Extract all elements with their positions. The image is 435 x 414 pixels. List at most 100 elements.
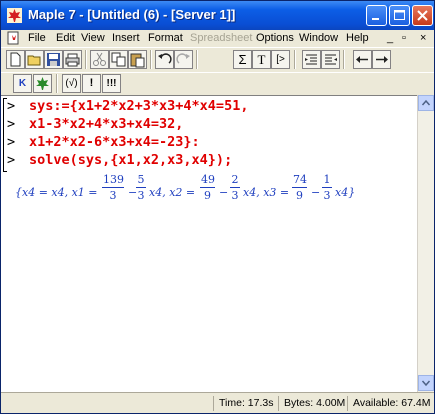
menu-options[interactable]: Options <box>256 32 294 44</box>
text-icon: T <box>257 52 266 67</box>
minimize-icon <box>372 18 379 20</box>
scroll-up-button[interactable] <box>418 95 434 111</box>
insert-input-button[interactable]: [> <box>271 50 290 69</box>
fraction: 139 3 <box>102 173 124 202</box>
sqrt-icon: (√) <box>65 78 78 89</box>
window-title: Maple 7 - [Untitled (6) - [Server 1]] <box>28 7 236 22</box>
status-available: Available: 67.4M <box>347 396 434 411</box>
menu-view[interactable]: View <box>81 32 105 44</box>
toolbar-separator <box>294 50 296 69</box>
execute-button[interactable]: ! <box>82 74 101 93</box>
menu-spreadsheet[interactable]: Spreadsheet <box>190 32 252 44</box>
scroll-down-button[interactable] <box>418 375 434 391</box>
menu-help[interactable]: Help <box>346 32 369 44</box>
forward-button[interactable] <box>372 50 391 69</box>
toolbar-separator <box>85 50 87 69</box>
menu-file[interactable]: File <box>28 32 46 44</box>
text-mode-button[interactable]: T <box>252 50 271 69</box>
document-icon[interactable] <box>6 31 21 45</box>
result-text: x4, x2 = <box>149 186 196 199</box>
fraction: 23 <box>230 173 240 202</box>
maximize-icon <box>394 10 405 20</box>
maple-button[interactable] <box>33 74 52 93</box>
result-text: {x4 = x4, x1 = <box>15 186 98 199</box>
k-button[interactable]: K <box>13 74 32 93</box>
status-bar: Time: 17.3s Bytes: 4.00M Available: 67.4… <box>1 392 434 413</box>
forward-icon <box>376 56 388 63</box>
indent-button[interactable] <box>321 50 340 69</box>
fraction: 13 <box>322 173 332 202</box>
redo-button[interactable] <box>174 50 193 69</box>
copy-icon <box>111 52 126 67</box>
print-icon <box>65 53 80 67</box>
toolbar-separator <box>56 74 58 93</box>
mdi-close-icon[interactable]: × <box>420 32 426 44</box>
mdi-minimize-icon[interactable]: _ <box>387 32 393 44</box>
maple-leaf-icon <box>7 8 22 23</box>
fraction: 74 9 <box>292 173 307 202</box>
result-text: x4, x3 = <box>243 186 290 199</box>
paste-button[interactable] <box>128 50 147 69</box>
execute-all-button[interactable]: !!! <box>102 74 121 93</box>
copy-button[interactable] <box>109 50 128 69</box>
output-region: {x4 = x4, x1 = 139 3 − 53 x4, x2 = 49 9 − … <box>1 173 417 213</box>
cut-button[interactable] <box>90 50 109 69</box>
save-button[interactable] <box>44 50 63 69</box>
close-button[interactable] <box>412 5 433 26</box>
cut-icon <box>93 52 106 66</box>
sigma-icon: Σ <box>238 52 247 67</box>
k-icon: K <box>18 78 27 89</box>
exclamation-triple-icon: !!! <box>106 78 117 89</box>
fraction: 53 <box>136 173 146 202</box>
command-line[interactable]: x1+2*x2-6*x3+x4=-23}: <box>29 134 200 150</box>
new-button[interactable] <box>6 50 25 69</box>
minus-sign: − <box>219 186 229 199</box>
menu-edit[interactable]: Edit <box>56 32 75 44</box>
status-bytes: Bytes: 4.00M <box>278 396 345 411</box>
input-icon: [> <box>276 54 285 65</box>
mdi-restore-icon[interactable]: ▫ <box>402 32 406 44</box>
new-icon <box>10 52 21 67</box>
paste-icon <box>130 53 145 68</box>
input-prompt: > <box>7 98 16 114</box>
vertical-scrollbar[interactable] <box>417 95 434 392</box>
open-icon <box>27 55 41 66</box>
command-line[interactable]: sys:={x1+2*x2+3*x3+4*x4=51, <box>29 98 248 114</box>
status-time: Time: 17.3s <box>213 396 273 411</box>
undo-icon <box>158 53 172 64</box>
input-prompt: > <box>7 116 16 132</box>
execute-selection-button[interactable]: (√) <box>62 74 81 93</box>
toolbar-separator <box>150 50 152 69</box>
open-button[interactable] <box>25 50 44 69</box>
outdent-button[interactable] <box>302 50 321 69</box>
outdent-icon <box>305 54 317 65</box>
exclamation-icon: ! <box>89 77 94 89</box>
back-button[interactable] <box>353 50 372 69</box>
maximize-button[interactable] <box>389 5 410 26</box>
command-line[interactable]: solve(sys,{x1,x2,x3,x4}); <box>29 152 232 168</box>
menu-format[interactable]: Format <box>148 32 183 44</box>
minus-sign: − <box>311 186 321 199</box>
back-icon <box>356 56 368 63</box>
input-prompt: > <box>7 152 16 168</box>
title-bar[interactable]: Maple 7 - [Untitled (6) - [Server 1]] <box>1 1 434 30</box>
context-toolbar: K (√) ! !!! <box>1 72 434 96</box>
maple-leaf-icon <box>36 77 49 90</box>
menu-bar: File Edit View Insert Format Spreadsheet… <box>1 30 434 47</box>
result-text: x4} <box>335 186 356 199</box>
toolbar-separator <box>343 50 345 69</box>
maple-window: Maple 7 - [Untitled (6) - [Server 1]] Fi… <box>0 0 435 414</box>
minimize-button[interactable] <box>366 5 387 26</box>
sum-button[interactable]: Σ <box>233 50 252 69</box>
worksheet[interactable]: > sys:={x1+2*x2+3*x3+4*x4=51, > x1-3*x2+… <box>1 95 417 393</box>
redo-icon <box>176 53 190 64</box>
print-button[interactable] <box>63 50 82 69</box>
arrow-down-icon <box>421 380 431 387</box>
main-toolbar: Σ T [> <box>1 47 434 72</box>
command-line[interactable]: x1-3*x2+4*x3+x4=32, <box>29 116 183 132</box>
menu-window[interactable]: Window <box>299 32 338 44</box>
undo-button[interactable] <box>155 50 174 69</box>
arrow-up-icon <box>421 99 431 106</box>
save-icon <box>47 53 60 66</box>
menu-insert[interactable]: Insert <box>112 32 140 44</box>
